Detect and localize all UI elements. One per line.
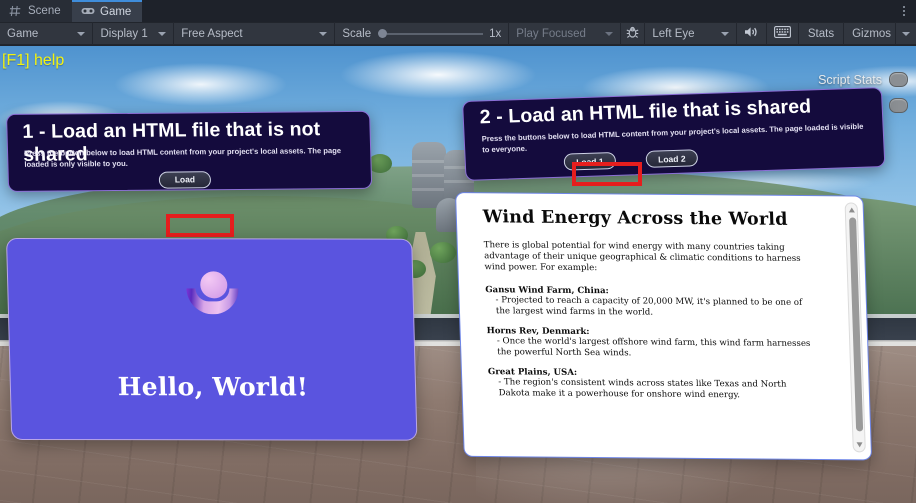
document-scrollbar[interactable] xyxy=(844,202,866,453)
rendered-page-wind-energy[interactable]: Wind Energy Across the World There is gl… xyxy=(455,192,873,461)
speaker-icon xyxy=(744,26,759,41)
panel1-description: Press the button below to load HTML cont… xyxy=(23,146,342,169)
script-stats-toggle-row[interactable]: Script Stats xyxy=(818,72,908,87)
script-stats-label: Script Stats xyxy=(818,72,882,87)
bug-icon xyxy=(626,26,639,42)
scrollbar-thumb[interactable] xyxy=(848,217,863,432)
gamepad-icon xyxy=(81,6,95,18)
tab-game-label: Game xyxy=(100,6,132,18)
game-view-toolbar: Game Display 1 Free Aspect Scale 1x Play… xyxy=(0,22,916,45)
scene-rock xyxy=(412,142,446,208)
display-label: Display 1 xyxy=(100,27,148,40)
panel-load-shared: 2 - Load an HTML file that is shared Pre… xyxy=(462,87,886,181)
gizmos-button[interactable]: Gizmos xyxy=(844,22,895,45)
scroll-down-arrow-icon[interactable] xyxy=(856,442,863,448)
aspect-ratio-dropdown[interactable]: Free Aspect xyxy=(174,22,334,45)
stats-label: Stats xyxy=(807,27,835,40)
stats-button[interactable]: Stats xyxy=(799,22,843,45)
panel1-button-row: Load xyxy=(158,169,212,189)
section-body: - Once the world's largest offshore wind… xyxy=(496,336,811,359)
display-dropdown[interactable]: Display 1 xyxy=(93,22,173,45)
help-hint-label: [F1] help xyxy=(2,52,65,69)
gizmos-dropdown[interactable] xyxy=(896,22,916,45)
gizmos-label: Gizmos xyxy=(852,27,892,40)
editor-tabstrip: Scene Game xyxy=(0,0,916,22)
load-2-button[interactable]: Load 2 xyxy=(645,149,699,168)
mute-audio-button[interactable] xyxy=(737,22,766,45)
rendered-page-hello-world[interactable]: Hello, World! xyxy=(6,238,418,441)
panel-load-not-shared: 1 - Load an HTML file that is not shared… xyxy=(6,110,373,192)
aspect-label: Free Aspect xyxy=(181,27,243,40)
scroll-up-arrow-icon[interactable] xyxy=(848,207,855,213)
section-body: - Projected to reach a capacity of 20,00… xyxy=(495,295,803,318)
wind-energy-document: Wind Energy Across the World There is gl… xyxy=(483,207,820,402)
wind-energy-intro: There is global potential for wind energ… xyxy=(483,240,801,274)
chevron-down-icon xyxy=(720,31,729,36)
chevron-down-icon xyxy=(319,31,328,36)
highlight-box-load-button xyxy=(166,214,234,237)
scale-slider[interactable] xyxy=(378,29,484,38)
eye-mode-label: Left Eye xyxy=(652,27,695,40)
tab-scene-label: Scene xyxy=(28,5,61,17)
eye-mode-dropdown[interactable]: Left Eye xyxy=(645,22,736,45)
grid-icon xyxy=(9,5,23,17)
play-mode-dropdown[interactable]: Play Focused xyxy=(509,22,620,45)
play-mode-label: Play Focused xyxy=(516,27,586,40)
chevron-down-icon xyxy=(902,31,911,36)
chevron-down-icon xyxy=(158,31,167,36)
script-stats-toggle[interactable] xyxy=(889,72,908,87)
load-button[interactable]: Load xyxy=(158,170,212,189)
scale-slider-rail[interactable] xyxy=(387,32,484,35)
debug-toggle[interactable] xyxy=(621,22,644,45)
unity-muse-orb-icon xyxy=(186,271,239,317)
perf-stats-toggle[interactable] xyxy=(889,98,908,113)
unity-editor-window: Scene Game Game Display 1 Free Aspect Sc… xyxy=(0,0,916,503)
more-options-icon[interactable] xyxy=(898,3,910,19)
tab-scene[interactable]: Scene xyxy=(0,0,72,22)
scene-tree xyxy=(430,242,456,263)
chevron-down-icon xyxy=(77,31,86,36)
scale-label: Scale xyxy=(342,27,372,40)
hello-world-heading: Hello, World! xyxy=(117,372,309,402)
keyboard-icon xyxy=(773,26,791,41)
section-body: - The region's consistent winds across s… xyxy=(498,377,787,401)
view-mode-dropdown[interactable]: Game xyxy=(0,22,92,45)
wind-energy-title: Wind Energy Across the World xyxy=(482,207,788,230)
scale-slider-knob[interactable] xyxy=(378,29,388,38)
view-mode-label: Game xyxy=(7,27,39,40)
tab-game[interactable]: Game xyxy=(72,0,143,22)
scale-value: 1x xyxy=(489,27,502,40)
keyboard-toggle[interactable] xyxy=(767,22,798,45)
highlight-box-load-1-button xyxy=(572,162,642,186)
game-view-viewport[interactable]: [F1] help Script Stats Perf Stats 1 - Lo… xyxy=(0,46,916,503)
chevron-down-icon xyxy=(605,31,614,36)
